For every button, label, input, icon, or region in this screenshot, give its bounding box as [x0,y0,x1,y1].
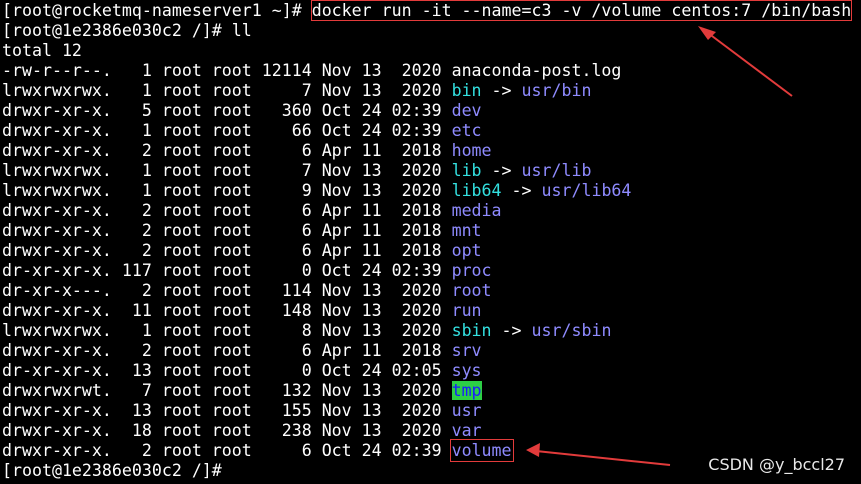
file-name: usr [451,401,482,420]
listing-row: drwxr-xr-x. 18 root root 238 Nov 13 2020… [2,421,859,441]
file-metadata: lrwxrwxrwx. 1 root root 7 Nov 13 2020 [2,81,452,100]
file-name: proc [451,261,492,280]
file-name: srv [451,341,482,360]
file-metadata: drwxr-xr-x. 2 root root 6 Apr 11 2018 [2,141,452,160]
listing-row: lrwxrwxrwx. 1 root root 7 Nov 13 2020 li… [2,161,859,181]
listing-row: dr-xr-xr-x. 13 root root 0 Oct 24 02:05 … [2,361,859,381]
symlink-arrow: -> [491,321,532,340]
listing-row: dr-xr-x---. 2 root root 114 Nov 13 2020 … [2,281,859,301]
file-name: var [451,421,482,440]
file-metadata: drwxr-xr-x. 2 root root 6 Apr 11 2018 [2,341,452,360]
file-name: root [451,281,492,300]
file-metadata: drwxr-xr-x. 5 root root 360 Oct 24 02:39 [2,101,452,120]
directory-listing: -rw-r--r--. 1 root root 12114 Nov 13 202… [2,61,859,462]
listing-row: drwxr-xr-x. 2 root root 6 Apr 11 2018 op… [2,241,859,261]
file-metadata: lrwxrwxrwx. 1 root root 7 Nov 13 2020 [2,161,452,180]
docker-run-command: docker run -it --name=c3 -v /volume cent… [310,0,853,21]
file-name: lib64 [451,181,502,200]
container-prompt-line: [root@1e2386e030c2 /]# ll [2,21,859,41]
listing-row: drwxr-xr-x. 2 root root 6 Apr 11 2018 me… [2,201,859,221]
file-metadata: lrwxrwxrwx. 1 root root 9 Nov 13 2020 [2,181,452,200]
symlink-target: usr/sbin [531,321,612,340]
file-name: bin [451,81,482,100]
terminal-window[interactable]: [root@rocketmq-nameserver1 ~]# docker ru… [2,0,859,481]
file-name: run [451,301,482,320]
file-name: etc [451,121,482,140]
csdn-watermark: CSDN @y_bccl27 [708,455,845,474]
file-metadata: lrwxrwxrwx. 1 root root 8 Nov 13 2020 [2,321,452,340]
symlink-arrow: -> [501,181,542,200]
file-name: sbin [451,321,492,340]
file-metadata: dr-xr-xr-x. 117 root root 0 Oct 24 02:39 [2,261,452,280]
total-line: total 12 [2,41,82,60]
container-prompt: [root@1e2386e030c2 /]# [2,21,232,40]
listing-row: drwxr-xr-x. 13 root root 155 Nov 13 2020… [2,401,859,421]
file-metadata: -rw-r--r--. 1 root root 12114 Nov 13 202… [2,61,452,80]
file-name: anaconda-post.log [451,61,622,80]
container-prompt: [root@1e2386e030c2 /]# [2,461,232,480]
text-cursor [232,463,233,480]
file-name: opt [451,241,482,260]
symlink-target: usr/lib64 [541,181,632,200]
file-metadata: drwxr-xr-x. 2 root root 6 Apr 11 2018 [2,241,452,260]
symlink-arrow: -> [481,81,522,100]
file-metadata: drwxr-xr-x. 13 root root 155 Nov 13 2020 [2,401,452,420]
listing-row: lrwxrwxrwx. 1 root root 7 Nov 13 2020 bi… [2,81,859,101]
file-metadata: drwxr-xr-x. 18 root root 238 Nov 13 2020 [2,421,452,440]
ll-command: ll [231,21,252,40]
file-metadata: drwxr-xr-x. 2 root root 6 Oct 24 02:39 [2,441,452,460]
file-metadata: dr-xr-xr-x. 13 root root 0 Oct 24 02:05 [2,361,452,380]
listing-row: lrwxrwxrwx. 1 root root 9 Nov 13 2020 li… [2,181,859,201]
listing-row: drwxr-xr-x. 2 root root 6 Apr 11 2018 ho… [2,141,859,161]
file-name: media [451,201,502,220]
listing-row: dr-xr-xr-x. 117 root root 0 Oct 24 02:39… [2,261,859,281]
file-name: volume [449,439,514,462]
file-name: tmp [451,381,482,400]
file-name: mnt [451,221,482,240]
listing-row: drwxrwxrwt. 7 root root 132 Nov 13 2020 … [2,381,859,401]
listing-row: drwxr-xr-x. 5 root root 360 Oct 24 02:39… [2,101,859,121]
listing-row: drwxr-xr-x. 1 root root 66 Oct 24 02:39 … [2,121,859,141]
file-name: lib [451,161,482,180]
file-metadata: drwxrwxrwt. 7 root root 132 Nov 13 2020 [2,381,452,400]
host-prompt: [root@rocketmq-nameserver1 ~]# [2,1,312,20]
file-metadata: drwxr-xr-x. 11 root root 148 Nov 13 2020 [2,301,452,320]
file-metadata: drwxr-xr-x. 2 root root 6 Apr 11 2018 [2,221,452,240]
listing-row: drwxr-xr-x. 11 root root 148 Nov 13 2020… [2,301,859,321]
file-name: sys [451,361,482,380]
file-metadata: dr-xr-x---. 2 root root 114 Nov 13 2020 [2,281,452,300]
file-metadata: drwxr-xr-x. 1 root root 66 Oct 24 02:39 [2,121,452,140]
symlink-arrow: -> [481,161,522,180]
file-name: dev [451,101,482,120]
listing-row: -rw-r--r--. 1 root root 12114 Nov 13 202… [2,61,859,81]
symlink-target: usr/bin [521,81,592,100]
listing-row: drwxr-xr-x. 2 root root 6 Apr 11 2018 mn… [2,221,859,241]
symlink-target: usr/lib [521,161,592,180]
listing-row: lrwxrwxrwx. 1 root root 8 Nov 13 2020 sb… [2,321,859,341]
listing-row: drwxr-xr-x. 2 root root 6 Apr 11 2018 sr… [2,341,859,361]
file-name: home [451,141,492,160]
host-prompt-line: [root@rocketmq-nameserver1 ~]# docker ru… [2,0,859,21]
file-metadata: drwxr-xr-x. 2 root root 6 Apr 11 2018 [2,201,452,220]
